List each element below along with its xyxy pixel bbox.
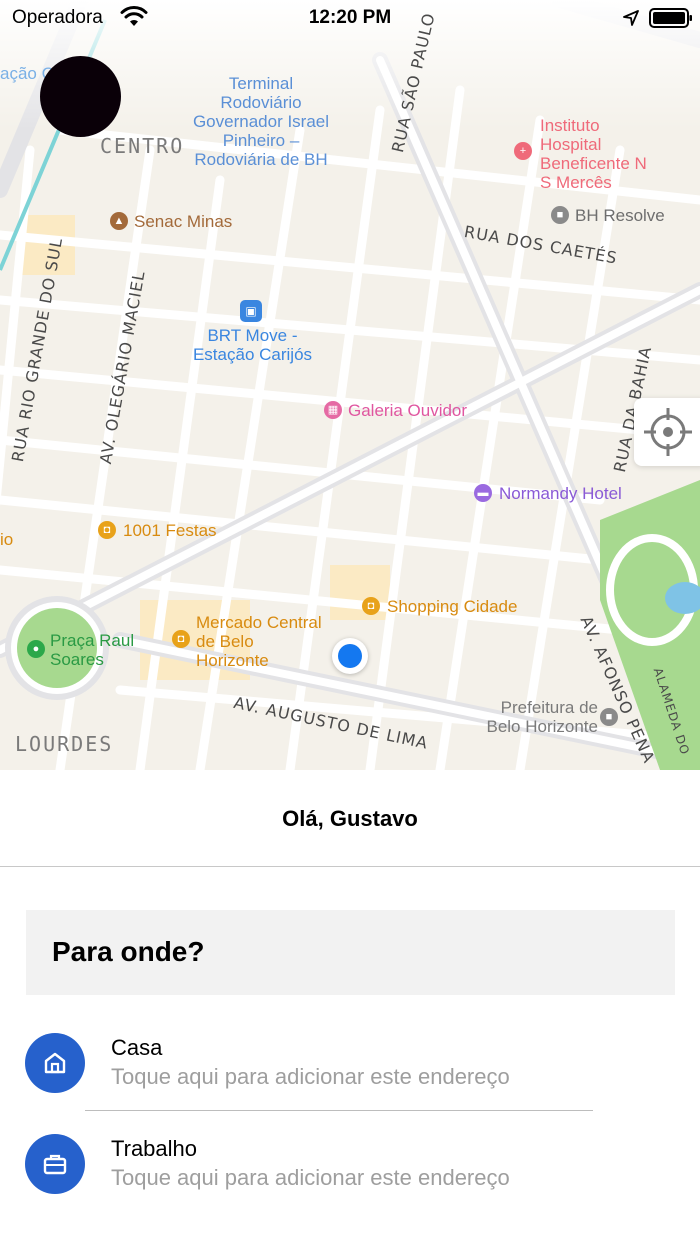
poi-left-cut: io xyxy=(0,530,14,549)
crosshair-icon xyxy=(644,408,692,456)
district-label-centro: CENTRO xyxy=(100,134,185,158)
saved-place-home[interactable]: Casa Toque aqui para adicionar este ende… xyxy=(0,1030,700,1120)
gallery-icon: ▦ xyxy=(324,401,342,419)
graduation-cap-icon: ▲ xyxy=(110,212,128,230)
shopping-bag-icon: ◘ xyxy=(362,597,380,615)
poi-terminal-rodoviario[interactable]: Terminal Rodoviário Governador Israel Pi… xyxy=(186,74,336,169)
poi-brt-move[interactable]: BRT Move - Estação Carijós xyxy=(180,326,325,364)
hotel-bed-icon: ▬ xyxy=(474,484,492,502)
shopping-bag-icon: ◘ xyxy=(98,521,116,539)
saved-place-work[interactable]: Trabalho Toque aqui para adicionar este … xyxy=(0,1131,700,1221)
park-icon: ● xyxy=(27,640,45,658)
user-location-marker xyxy=(332,638,368,674)
bus-icon: ▣ xyxy=(240,300,262,322)
poi-mercado-central[interactable]: Mercado Central de Belo Horizonte xyxy=(196,613,331,670)
saved-place-subtitle: Toque aqui para adicionar este endereço xyxy=(111,1064,510,1089)
destination-search-box[interactable]: Para onde? xyxy=(26,910,675,995)
saved-place-title: Trabalho xyxy=(111,1136,198,1161)
location-arrow-icon xyxy=(623,10,639,26)
poi-praca-raul-soares[interactable]: Praça Raul Soares xyxy=(50,631,150,669)
saved-place-title: Casa xyxy=(111,1035,163,1060)
poi-prefeitura[interactable]: Prefeitura de Belo Horizonte xyxy=(468,698,598,736)
briefcase-icon xyxy=(25,1134,85,1194)
district-label-lourdes: LOURDES xyxy=(15,732,114,756)
poi-normandy-hotel[interactable]: Normandy Hotel xyxy=(499,484,622,503)
status-time: 12:20 PM xyxy=(308,7,392,28)
recenter-location-button[interactable] xyxy=(634,398,700,466)
battery-icon xyxy=(649,8,692,28)
home-icon xyxy=(25,1033,85,1093)
government-building-icon: ■ xyxy=(600,708,618,726)
saved-place-subtitle: Toque aqui para adicionar este endereço xyxy=(111,1165,510,1190)
destination-search-label: Para onde? xyxy=(52,936,205,967)
divider xyxy=(85,1110,593,1111)
hospital-icon: + xyxy=(514,142,532,160)
poi-bh-resolve[interactable]: BH Resolve xyxy=(575,206,665,225)
poi-1001-festas[interactable]: 1001 Festas xyxy=(123,521,217,540)
government-building-icon: ■ xyxy=(551,206,569,224)
poi-senac-minas[interactable]: Senac Minas xyxy=(134,212,232,231)
poi-hospital[interactable]: Instituto Hospital Beneficente N S Mercê… xyxy=(540,116,660,192)
poi-galeria-ouvidor[interactable]: Galeria Ouvidor xyxy=(348,401,467,420)
divider xyxy=(0,866,700,867)
basket-icon: ◘ xyxy=(172,630,190,648)
poi-shopping-cidade[interactable]: Shopping Cidade xyxy=(387,597,517,616)
greeting-title: Olá, Gustavo xyxy=(282,806,418,831)
avatar[interactable] xyxy=(40,56,121,137)
status-bar: Operadora 12:20 PM xyxy=(0,0,700,36)
